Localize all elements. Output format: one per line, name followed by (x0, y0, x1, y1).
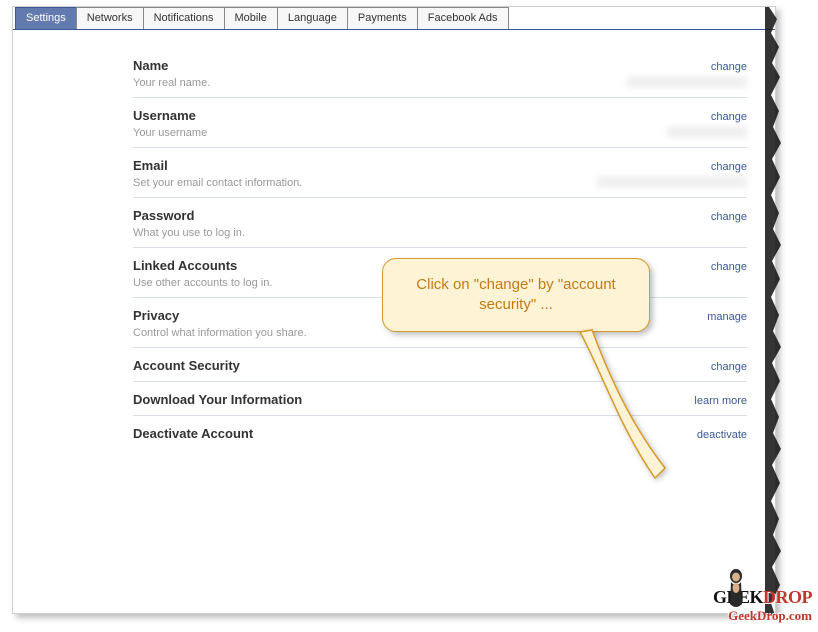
row-title: Name (133, 58, 168, 73)
row-title: Privacy (133, 308, 179, 323)
row-account-security: Account Security change (133, 348, 747, 382)
tab-language[interactable]: Language (277, 7, 348, 29)
row-title: Linked Accounts (133, 258, 237, 273)
row-name: Name change Your real name. (133, 48, 747, 98)
deactivate-link[interactable]: deactivate (697, 429, 747, 441)
row-desc: What you use to log in. (133, 227, 747, 239)
tab-networks[interactable]: Networks (76, 7, 144, 29)
change-link-name[interactable]: change (711, 61, 747, 73)
change-link-linked-accounts[interactable]: change (711, 261, 747, 273)
tab-payments[interactable]: Payments (347, 7, 418, 29)
tab-notifications[interactable]: Notifications (143, 7, 225, 29)
change-link-username[interactable]: change (711, 111, 747, 123)
row-username: Username change Your username (133, 98, 747, 148)
row-title: Download Your Information (133, 392, 302, 407)
settings-content: Name change Your real name. Username cha… (13, 30, 775, 459)
blurred-value (597, 176, 747, 188)
tabs-bar: Settings Networks Notifications Mobile L… (13, 7, 775, 30)
row-title: Account Security (133, 358, 240, 373)
tab-settings[interactable]: Settings (15, 7, 77, 29)
blurred-value (627, 76, 747, 88)
annotation-callout: Click on "change" by "account security" … (382, 258, 650, 332)
change-link-email[interactable]: change (711, 161, 747, 173)
row-title: Deactivate Account (133, 426, 253, 441)
learn-more-link-download[interactable]: learn more (694, 395, 747, 407)
change-link-account-security[interactable]: change (711, 361, 747, 373)
manage-link-privacy[interactable]: manage (707, 311, 747, 323)
row-email: Email change Set your email contact info… (133, 148, 747, 198)
row-deactivate: Deactivate Account deactivate (133, 416, 747, 449)
row-title: Email (133, 158, 168, 173)
change-link-password[interactable]: change (711, 211, 747, 223)
row-title: Password (133, 208, 194, 223)
annotation-text: Click on "change" by "account security" … (401, 275, 631, 316)
row-password: Password change What you use to log in. (133, 198, 747, 248)
tab-facebook-ads[interactable]: Facebook Ads (417, 7, 509, 29)
tab-mobile[interactable]: Mobile (224, 7, 278, 29)
row-download-info: Download Your Information learn more (133, 382, 747, 416)
row-title: Username (133, 108, 196, 123)
blurred-value (667, 126, 747, 138)
row-desc: Your username (133, 127, 747, 139)
